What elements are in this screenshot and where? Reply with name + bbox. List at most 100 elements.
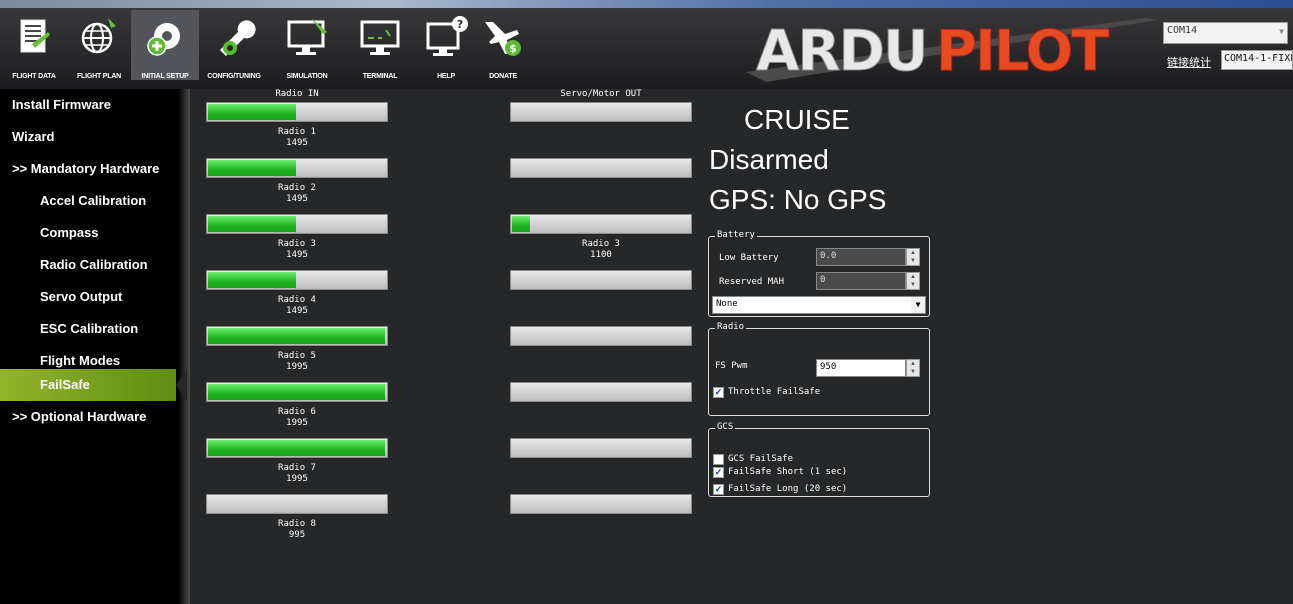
fs-pwm-value: 950: [820, 362, 837, 372]
terminal-monitor-icon: [360, 20, 400, 55]
radio-in-channel-value: 1495: [286, 306, 308, 316]
nav-label: TERMINAL: [362, 73, 398, 80]
radio-in-channel-value: 995: [288, 530, 306, 540]
nav-label: HELP: [437, 73, 455, 80]
nav-donate[interactable]: $ DONATE: [475, 10, 531, 80]
radio-in-channel-label: Radio 3 1495: [206, 239, 388, 261]
servo-out-channel-bar: [510, 382, 692, 402]
radio-in-channel-value: 1995: [286, 362, 308, 372]
reserved-mah-label: Reserved MAH: [719, 277, 785, 287]
svg-text:$: $: [509, 42, 517, 55]
chevron-down-icon: ▼: [911, 297, 925, 313]
sidebar-item-radio-calibration[interactable]: Radio Calibration: [0, 249, 185, 281]
link-stats-link[interactable]: 链接统计: [1167, 54, 1211, 70]
nav-terminal[interactable]: TERMINAL: [349, 10, 411, 80]
fs-pwm-label: FS Pwm: [715, 361, 748, 371]
radio-in-channel-name: Radio 1: [278, 127, 316, 137]
radio-in-channel-value: 1995: [286, 418, 308, 428]
svg-text:PILOT: PILOT: [936, 19, 1109, 84]
sidebar-item-label: Radio Calibration: [40, 257, 148, 272]
chevron-down-icon: ▼: [1279, 27, 1284, 36]
nav-help[interactable]: ? HELP: [416, 10, 476, 80]
failsafe-long-label: FailSafe Long (20 sec): [728, 484, 848, 494]
radio-in-channel-name: Radio 7: [278, 463, 316, 473]
com-port-select[interactable]: COM14 ▼: [1163, 22, 1288, 44]
servo-out-channel-bar-fill: [512, 216, 530, 232]
radio-in-channel-bar: [206, 158, 388, 178]
radio-in-channel-value: 1495: [286, 250, 308, 260]
gcs-group-title: GCS: [715, 422, 736, 432]
servo-out-channel-bar: [510, 158, 692, 178]
sidebar-item-failsafe[interactable]: FailSafe: [0, 369, 187, 401]
low-battery-input[interactable]: 0.0: [816, 248, 906, 266]
initial-setup-icon: [147, 23, 180, 56]
nav-flight-plan[interactable]: FLIGHT PLAN: [68, 10, 130, 80]
wrench-icon: [220, 20, 256, 56]
sidebar-item-esc-calibration[interactable]: ESC Calibration: [0, 313, 185, 345]
radio-in-channel-value: 1995: [286, 474, 308, 484]
sidebar-item-label: FailSafe: [40, 377, 90, 392]
sidebar-item-label: Wizard: [12, 129, 55, 144]
sidebar-item-label: >> Optional Hardware: [12, 409, 147, 424]
sidebar-item-wizard[interactable]: Wizard: [0, 121, 185, 153]
radio-in-channel-label: Radio 5 1995: [206, 351, 388, 373]
gcs-failsafe-checkbox[interactable]: [713, 454, 724, 465]
servo-out-channel-bar: [510, 214, 692, 234]
radio-in-channel-bar: [206, 494, 388, 514]
nav-initial-setup[interactable]: INITIAL SETUP: [131, 10, 199, 80]
radio-in-channel-bar-fill: [208, 216, 297, 232]
radio-in-channel-bar: [206, 102, 388, 122]
failsafe-short-checkbox[interactable]: ✓: [713, 467, 724, 478]
battery-action-select[interactable]: None ▼: [712, 296, 926, 314]
sidebar-item-optional-hardware[interactable]: >> Optional Hardware: [0, 401, 185, 433]
radio-in-channel-label: Radio 6 1995: [206, 407, 388, 429]
sidebar-item-label: Install Firmware: [12, 97, 111, 112]
com-port-value: COM14: [1167, 25, 1198, 36]
radio-in-channel-bar: [206, 270, 388, 290]
low-battery-spinner[interactable]: ▲ ▼: [906, 248, 920, 266]
flight-data-icon: [20, 19, 50, 53]
servo-out-channel-name: Radio 3: [582, 239, 620, 249]
sidebar-item-label: Compass: [40, 225, 99, 240]
radio-in-channel-bar: [206, 326, 388, 346]
sidebar-item-servo-output[interactable]: Servo Output: [0, 281, 185, 313]
window-title-strip: [0, 0, 1293, 8]
nav-config-tuning[interactable]: CONFIG/TUNING: [200, 10, 268, 80]
radio-in-channel-label: Radio 4 1495: [206, 295, 388, 317]
nav-simulation[interactable]: SIMULATION: [276, 10, 338, 80]
throttle-failsafe-checkbox[interactable]: ✓: [713, 387, 724, 398]
radio-in-channel-bar-fill: [208, 440, 386, 456]
radio-in-channel-bar: [206, 382, 388, 402]
sidebar-item-label: Servo Output: [40, 289, 123, 304]
simulation-monitor-icon: [287, 18, 327, 55]
sidebar: Install Firmware Wizard >> Mandatory Har…: [0, 89, 190, 604]
radio-group-title: Radio: [715, 322, 747, 332]
baud-select[interactable]: COM14-1-FIXE: [1221, 50, 1293, 70]
reserved-mah-value: 0: [820, 275, 826, 285]
sidebar-item-accel-calibration[interactable]: Accel Calibration: [0, 185, 185, 217]
sidebar-item-mandatory-hardware[interactable]: >> Mandatory Hardware: [0, 153, 185, 185]
reserved-mah-input[interactable]: 0: [816, 272, 906, 290]
fs-pwm-input[interactable]: 950: [816, 359, 906, 377]
gcs-failsafe-group: GCS GCS FailSafe ✓ FailSafe Short (1 sec…: [708, 422, 930, 497]
radio-in-channel-bar: [206, 214, 388, 234]
fs-pwm-spinner[interactable]: ▲ ▼: [906, 359, 920, 377]
radio-failsafe-group: Radio FS Pwm 950 ▲ ▼ ✓ Throttle FailSafe: [708, 322, 930, 416]
radio-in-channel-name: Radio 6: [278, 407, 316, 417]
globe-icon: [81, 18, 116, 54]
reserved-mah-spinner[interactable]: ▲ ▼: [906, 272, 920, 290]
low-battery-value: 0.0: [820, 251, 837, 261]
nav-flight-data[interactable]: FLIGHT DATA: [0, 10, 68, 80]
radio-in-channel-bar-fill: [208, 104, 297, 120]
servo-out-channel-bar: [510, 270, 692, 290]
radio-in-channel-bar-fill: [208, 272, 297, 288]
servo-out-channel-bar: [510, 326, 692, 346]
sidebar-item-compass[interactable]: Compass: [0, 217, 185, 249]
servo-out-channel-bar: [510, 438, 692, 458]
sidebar-item-install-firmware[interactable]: Install Firmware: [0, 89, 185, 121]
help-monitor-icon: ?: [426, 16, 468, 56]
battery-group: Battery Low Battery 0.0 ▲ ▼ Reserved MAH …: [708, 230, 930, 317]
radio-in-channel-name: Radio 3: [278, 239, 316, 249]
radio-in-channel-label: Radio 7 1995: [206, 463, 388, 485]
failsafe-long-checkbox[interactable]: ✓: [713, 484, 724, 495]
